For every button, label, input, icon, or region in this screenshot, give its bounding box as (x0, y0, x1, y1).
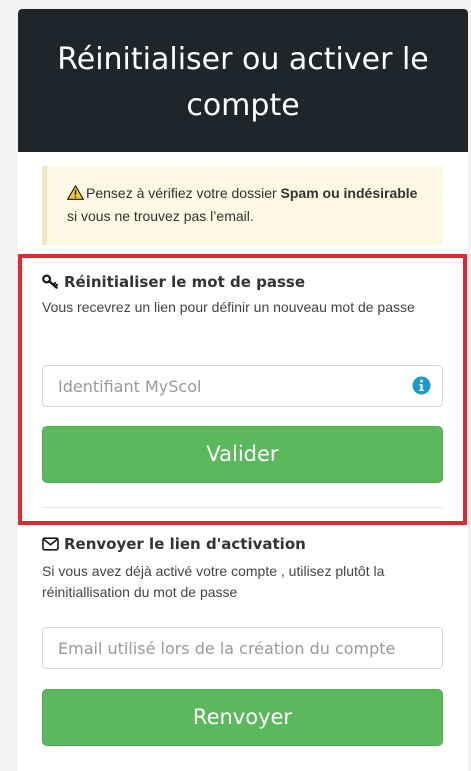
activation-description: Si vous avez déjà activé votre compte , … (42, 563, 385, 600)
alert-text-after: si vous ne trouvez pas l’email. (67, 208, 254, 224)
activation-section-title: Renvoyer le lien d'activation (42, 534, 306, 556)
email-input[interactable] (42, 627, 443, 669)
key-icon (42, 274, 59, 294)
section-divider (42, 507, 443, 508)
info-circle-icon[interactable] (412, 376, 431, 395)
activation-title-label: Renvoyer le lien d'activation (64, 535, 306, 553)
reset-section-title: Réinitialiser le mot de passe (42, 272, 305, 294)
envelope-icon (42, 536, 59, 556)
validate-button[interactable]: Valider (42, 426, 443, 483)
alert-text-bold: Spam ou indésirable (280, 185, 418, 201)
reset-card: Réinitialiser ou activer le compte Pense… (18, 9, 468, 771)
identifiant-input[interactable] (42, 365, 443, 407)
warning-icon (67, 185, 84, 206)
card-header: Réinitialiser ou activer le compte (18, 9, 468, 152)
reset-title-label: Réinitialiser le mot de passe (64, 273, 306, 291)
alert-text-before: Pensez à vérifiez votre dossier (86, 185, 281, 201)
reset-description: Vous recevrez un lien pour définir un no… (42, 299, 415, 315)
page-title: Réinitialiser ou activer le compte (57, 42, 429, 123)
resend-button[interactable]: Renvoyer (42, 689, 443, 746)
spam-warning-alert: Pensez à vérifiez votre dossier Spam ou … (42, 166, 443, 245)
